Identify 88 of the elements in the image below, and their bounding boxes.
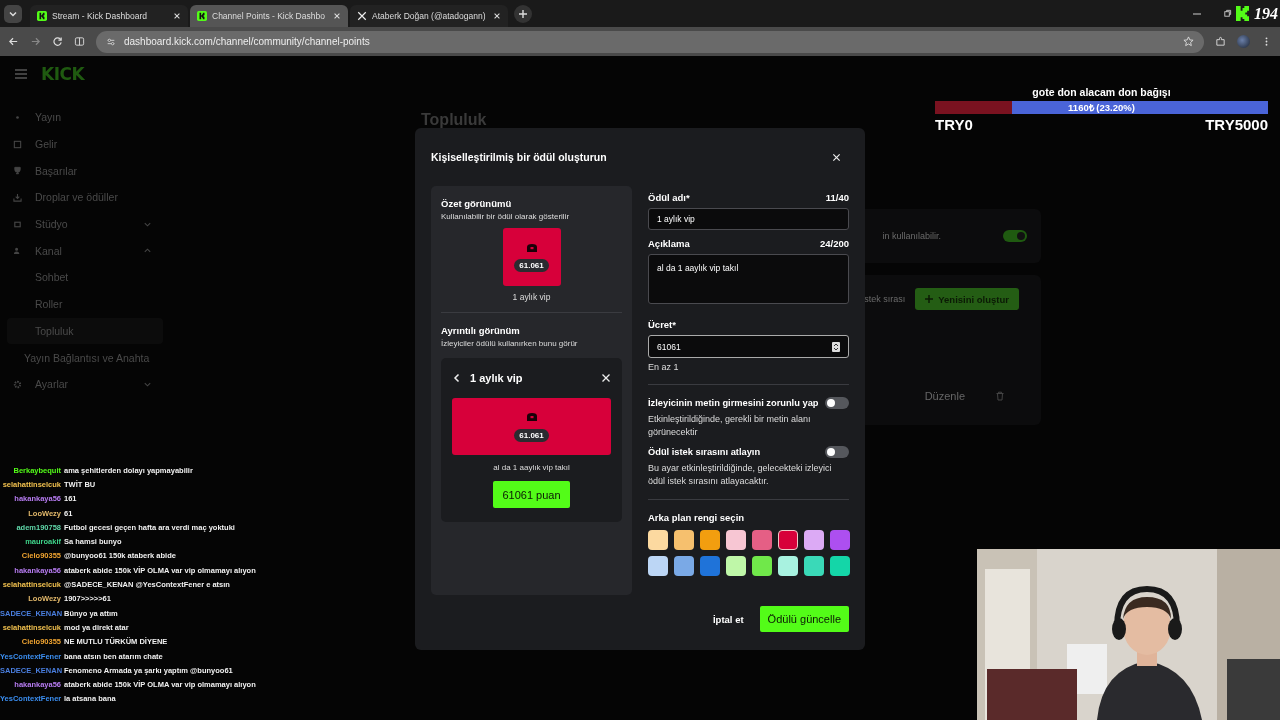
- color-swatch[interactable]: [752, 530, 772, 551]
- back-icon[interactable]: [452, 373, 462, 383]
- close-icon[interactable]: [493, 12, 501, 20]
- character-count: 11/40: [825, 192, 849, 203]
- plus-icon: [518, 8, 528, 19]
- x-logo-icon: [357, 11, 367, 21]
- stepper-icon[interactable]: [832, 341, 840, 352]
- trophy-icon: [13, 166, 22, 176]
- number-field[interactable]: 61061: [648, 335, 849, 358]
- kick-logo-icon: [1236, 6, 1249, 21]
- setting-text: in kullanılabilir.: [882, 231, 941, 241]
- goal-amount: 1160₺ (23.20%): [1068, 101, 1135, 114]
- character-count: 24/200: [819, 238, 849, 249]
- goal-minimum: TRY0: [935, 116, 973, 133]
- color-swatch[interactable]: [804, 530, 824, 551]
- section-title: Özet görünümü: [441, 198, 513, 209]
- cancel-button[interactable]: İptal et: [707, 609, 750, 629]
- update-button[interactable]: Ödülü güncelle: [759, 606, 849, 632]
- toggle-label: Ödül istek sırasını atlayın: [648, 447, 761, 458]
- split-view-icon[interactable]: [74, 36, 85, 47]
- download-icon: [13, 192, 22, 202]
- cost-badge: 61.061: [514, 428, 549, 442]
- reward-title: 1 aylık vip: [470, 372, 524, 384]
- reward-name: 1 aylık vip: [511, 292, 552, 302]
- color-swatch[interactable]: [778, 530, 798, 551]
- toggle-switch[interactable]: [825, 446, 849, 459]
- text-area[interactable]: al da 1 aaylık vip takıl: [648, 254, 849, 304]
- color-swatch[interactable]: [726, 556, 746, 577]
- color-swatch[interactable]: [700, 556, 720, 577]
- restore-icon[interactable]: [1223, 9, 1232, 18]
- tab-menu-button[interactable]: [4, 4, 22, 23]
- new-tab-button[interactable]: [514, 4, 532, 23]
- field-label: Ödül adı*: [648, 192, 690, 203]
- toggle-description: Bu ayar etkinleştirildiğinde, gelecekteki izleyici ödül istek sırasını atlayacaktır.: [648, 462, 833, 488]
- people-icon: [13, 246, 22, 256]
- kick-logo-icon: [197, 11, 207, 21]
- toggle-switch[interactable]: [825, 397, 849, 409]
- chest-icon: [525, 411, 538, 422]
- field-label: Ücret*: [648, 319, 676, 330]
- kick-logo-icon: [37, 11, 47, 21]
- chest-icon: [525, 242, 538, 253]
- color-swatch[interactable]: [830, 530, 850, 551]
- goal-title: gote don alacam don bağışı: [1031, 86, 1172, 98]
- browser-tab[interactable]: Stream - Kick Dashboard: [30, 5, 188, 27]
- color-swatch[interactable]: [674, 530, 694, 551]
- site-settings-icon[interactable]: [106, 36, 116, 47]
- address-bar[interactable]: dashboard.kick.com/channel/community/channel-points: [96, 30, 1204, 53]
- back-icon[interactable]: [8, 36, 19, 47]
- browser-tab[interactable]: Channel Points - Kick Dashbo: [190, 5, 348, 27]
- section-title: Ayrıntılı görünüm: [441, 325, 521, 336]
- plus-icon: [925, 295, 934, 303]
- toggle-description: Etkinleştirildiğinde, gerekli bir metin alanı görünecektir: [648, 413, 812, 439]
- wallet-icon: [13, 139, 22, 149]
- section-subtitle: İzleyiciler ödülü kullanırken bunu görür: [441, 339, 579, 348]
- color-swatch[interactable]: [648, 556, 668, 577]
- goal-maximum: TRY5000: [1205, 116, 1268, 133]
- color-swatch[interactable]: [700, 530, 720, 551]
- gear-icon: [13, 379, 22, 389]
- camera-icon: [13, 219, 22, 229]
- browser-tab[interactable]: Ataberk Doğan (@atadogann): [350, 5, 508, 27]
- toggle-switch[interactable]: [1003, 230, 1027, 242]
- color-swatch[interactable]: [804, 556, 824, 577]
- close-icon[interactable]: [832, 152, 841, 162]
- close-icon[interactable]: [601, 373, 611, 383]
- queue-text: stek sırası: [864, 294, 906, 304]
- color-swatch[interactable]: [648, 530, 668, 551]
- edit-link[interactable]: Düzenle: [924, 390, 965, 402]
- toggle-label: İzleyicinin metin girmesini zorunlu yap: [648, 398, 819, 408]
- field-hint: En az 1: [648, 362, 680, 372]
- color-swatch[interactable]: [674, 556, 694, 577]
- dialog-title: Kişiselleştirilmiş bir ödül oluşturun: [431, 151, 607, 163]
- close-icon[interactable]: [173, 12, 181, 20]
- color-label: Arka plan rengi seçin: [648, 512, 746, 524]
- viewer-count: 194: [1254, 4, 1278, 23]
- forward-icon[interactable]: [30, 36, 41, 47]
- color-swatch[interactable]: [752, 556, 772, 577]
- redeem-button[interactable]: 61061 puan: [493, 481, 570, 508]
- cost-badge: 61.061: [514, 258, 549, 272]
- reload-icon[interactable]: [52, 36, 63, 47]
- color-swatch[interactable]: [778, 556, 798, 577]
- section-subtitle: Kullanılabilir bir ödül olarak gösterilir: [441, 212, 571, 221]
- field-label: Açıklama: [648, 238, 690, 249]
- reward-description: al da 1 aaylık vip takıl: [492, 463, 571, 472]
- bookmark-star-icon[interactable]: [1183, 36, 1194, 47]
- color-swatch[interactable]: [830, 556, 850, 577]
- input-field[interactable]: 1 aylık vip: [648, 208, 849, 230]
- extensions-icon[interactable]: [1215, 36, 1226, 47]
- color-swatch[interactable]: [726, 530, 746, 551]
